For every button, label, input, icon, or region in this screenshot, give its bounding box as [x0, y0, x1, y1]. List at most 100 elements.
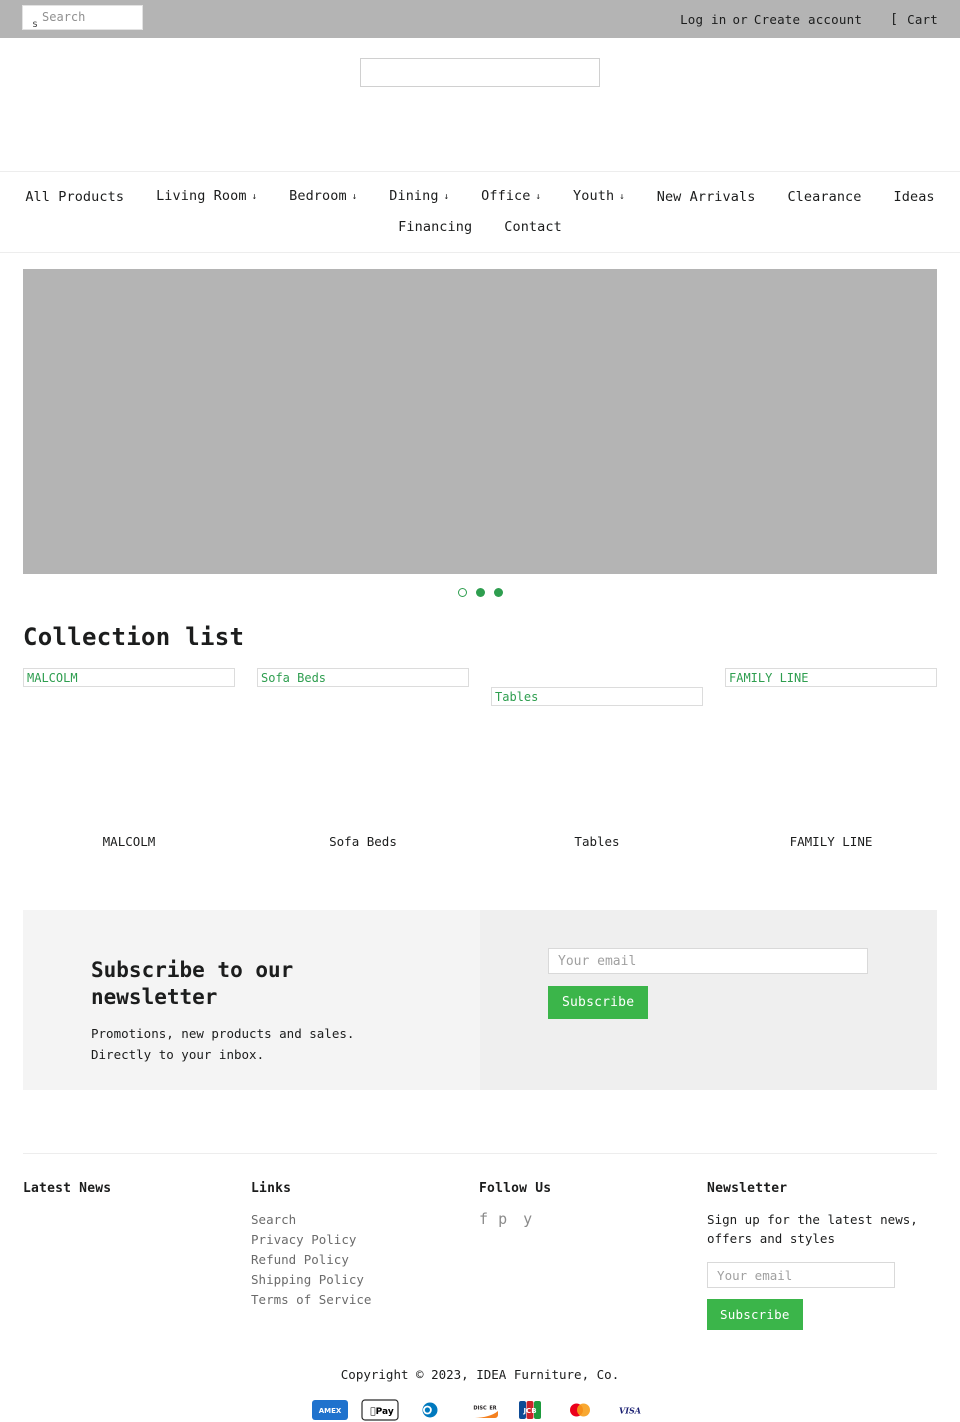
newsletter-email-input[interactable]: [548, 948, 868, 974]
cart-link[interactable]: [ Cart: [890, 12, 938, 27]
newsletter-subtext-line1: Promotions, new products and sales.: [91, 1026, 355, 1041]
svg-text:VISA: VISA: [619, 1406, 641, 1416]
carousel-dot-3[interactable]: [493, 588, 503, 597]
svg-text:JCB: JCB: [522, 1407, 536, 1415]
cart-icon: [: [890, 11, 899, 27]
site-footer: Latest News Links Search Privacy Policy …: [23, 1153, 937, 1330]
collection-title-tables[interactable]: Tables: [491, 834, 703, 849]
mastercard-icon: [561, 1398, 599, 1422]
diners-club-icon: [411, 1398, 449, 1422]
footer-newsletter-text: Sign up for the latest news, offers and …: [707, 1212, 918, 1246]
newsletter-band: Subscribe to our newsletter Promotions, …: [23, 910, 937, 1090]
footer-link-privacy-policy[interactable]: Privacy Policy: [251, 1230, 479, 1250]
account-links: Log in or Create account [ Cart: [680, 0, 938, 38]
collection-image-slot: Sofa Beds: [257, 668, 469, 687]
collection-card-tables[interactable]: Tables: [491, 668, 703, 706]
collection-title-sofa-beds[interactable]: Sofa Beds: [257, 834, 469, 849]
nav-item-bedroom[interactable]: Bedroom ↓: [273, 181, 373, 212]
collection-image-slot: Tables: [491, 668, 703, 706]
nav-item-dining[interactable]: Dining ↓: [373, 181, 465, 212]
collection-grid: MALCOLM Sofa Beds Tables FAMILY LINE: [23, 668, 937, 706]
collection-card-family-line[interactable]: FAMILY LINE: [725, 668, 937, 687]
svg-text:AMEX: AMEX: [319, 1407, 342, 1415]
newsletter-form: Subscribe: [480, 910, 937, 1090]
collection-titles-row: MALCOLM Sofa Beds Tables FAMILY LINE: [23, 834, 937, 849]
hero-image-placeholder[interactable]: [23, 269, 937, 574]
nav-item-office[interactable]: Office ↓: [465, 181, 557, 212]
page-title: Collection list: [23, 623, 245, 651]
footer-column-follow: Follow Us f p y: [479, 1181, 707, 1330]
carousel-dot-1[interactable]: [457, 588, 467, 597]
footer-link-terms-of-service[interactable]: Terms of Service: [251, 1290, 479, 1310]
chevron-down-icon: ↓: [351, 192, 358, 202]
collection-title-family-line[interactable]: FAMILY LINE: [725, 834, 937, 849]
chevron-down-icon: ↓: [443, 192, 450, 202]
create-account-link[interactable]: Create account: [754, 12, 862, 27]
jcb-icon: JCB: [511, 1398, 549, 1422]
cart-label: Cart: [907, 11, 938, 27]
svg-text:DISC: DISC: [473, 1406, 487, 1412]
nav-item-contact[interactable]: Contact: [488, 212, 578, 242]
footer-column-newsletter: Newsletter Sign up for the latest news, …: [707, 1181, 937, 1330]
visa-icon: VISA: [611, 1398, 649, 1422]
copyright-text: Copyright © 2023, IDEA Furniture, Co.: [340, 1367, 620, 1382]
nav-item-ideas[interactable]: Ideas: [878, 182, 951, 212]
site-logo[interactable]: [360, 58, 600, 87]
footer-heading-links: Links: [251, 1181, 292, 1196]
newsletter-subtext-line2: Directly to your inbox.: [91, 1047, 265, 1062]
collection-title-malcolm[interactable]: MALCOLM: [23, 834, 235, 849]
amex-icon: AMEX: [311, 1398, 349, 1422]
login-link[interactable]: Log in: [680, 12, 726, 27]
search-icon[interactable]: s: [23, 14, 38, 30]
carousel-dots: [23, 588, 937, 597]
apple-pay-icon: Pay: [361, 1398, 399, 1422]
broken-image-alt-text: Sofa Beds: [257, 668, 469, 687]
footer-column-latest-news: Latest News: [23, 1181, 251, 1330]
hero-slideshow: [0, 253, 960, 597]
payment-methods: AMEX Pay DISCER JCB VISA: [0, 1398, 960, 1422]
header-logo-area: [0, 38, 960, 171]
footer-heading-follow-us: Follow Us: [479, 1181, 552, 1196]
footer-column-links: Links Search Privacy Policy Refund Polic…: [251, 1181, 479, 1330]
footer-link-refund-policy[interactable]: Refund Policy: [251, 1250, 479, 1270]
youtube-icon[interactable]: y: [523, 1210, 532, 1228]
chevron-down-icon: ↓: [619, 192, 625, 202]
collection-image-slot: FAMILY LINE: [725, 668, 937, 687]
collection-list-section: Collection list MALCOLM Sofa Beds Tables…: [0, 597, 960, 849]
search-input[interactable]: [38, 9, 127, 26]
nav-item-clearance[interactable]: Clearance: [771, 182, 877, 212]
footer-link-search[interactable]: Search: [251, 1210, 479, 1230]
nav-item-living-room[interactable]: Living Room ↓: [140, 181, 273, 212]
chevron-down-icon: ↓: [251, 192, 258, 202]
collection-card-malcolm[interactable]: MALCOLM: [23, 668, 235, 687]
newsletter-copy: Subscribe to our newsletter Promotions, …: [23, 910, 480, 1090]
newsletter-subtext: Promotions, new products and sales. Dire…: [91, 1023, 480, 1065]
chevron-down-icon: ↓: [535, 192, 542, 202]
svg-text:Pay: Pay: [370, 1407, 394, 1417]
facebook-icon[interactable]: f: [479, 1210, 488, 1228]
main-navigation: All Products Living Room ↓ Bedroom ↓ Dinin…: [0, 171, 960, 253]
nav-item-youth[interactable]: Youth ↓: [557, 181, 641, 212]
broken-image-alt-text: MALCOLM: [23, 668, 235, 687]
footer-newsletter-email-input[interactable]: [707, 1262, 896, 1288]
nav-item-financing[interactable]: Financing: [382, 212, 488, 242]
nav-row-primary: All Products Living Room ↓ Bedroom ↓ Dinin…: [0, 181, 960, 212]
search-form[interactable]: s: [22, 5, 143, 30]
newsletter-heading: Subscribe to our newsletter: [91, 958, 294, 1009]
discover-icon: DISC ER: [461, 1398, 499, 1422]
footer-heading-latest-news: Latest News: [23, 1181, 112, 1196]
nav-item-all-products[interactable]: All Products: [9, 182, 140, 212]
social-links: f p y: [479, 1210, 707, 1228]
footer-link-shipping-policy[interactable]: Shipping Policy: [251, 1270, 479, 1290]
svg-text:ER: ER: [489, 1406, 496, 1412]
nav-item-new-arrivals[interactable]: New Arrivals: [641, 182, 772, 212]
nav-row-secondary: Financing Contact: [0, 212, 960, 242]
broken-image-alt-text: FAMILY LINE: [725, 668, 937, 687]
collection-image-slot: MALCOLM: [23, 668, 235, 687]
collection-card-sofa-beds[interactable]: Sofa Beds: [257, 668, 469, 687]
carousel-dot-2[interactable]: [475, 588, 485, 597]
pinterest-icon[interactable]: p: [498, 1210, 507, 1228]
footer-heading-newsletter: Newsletter: [707, 1181, 788, 1196]
newsletter-subscribe-button[interactable]: Subscribe: [548, 986, 649, 1019]
footer-newsletter-subscribe-button[interactable]: Subscribe: [707, 1299, 803, 1330]
